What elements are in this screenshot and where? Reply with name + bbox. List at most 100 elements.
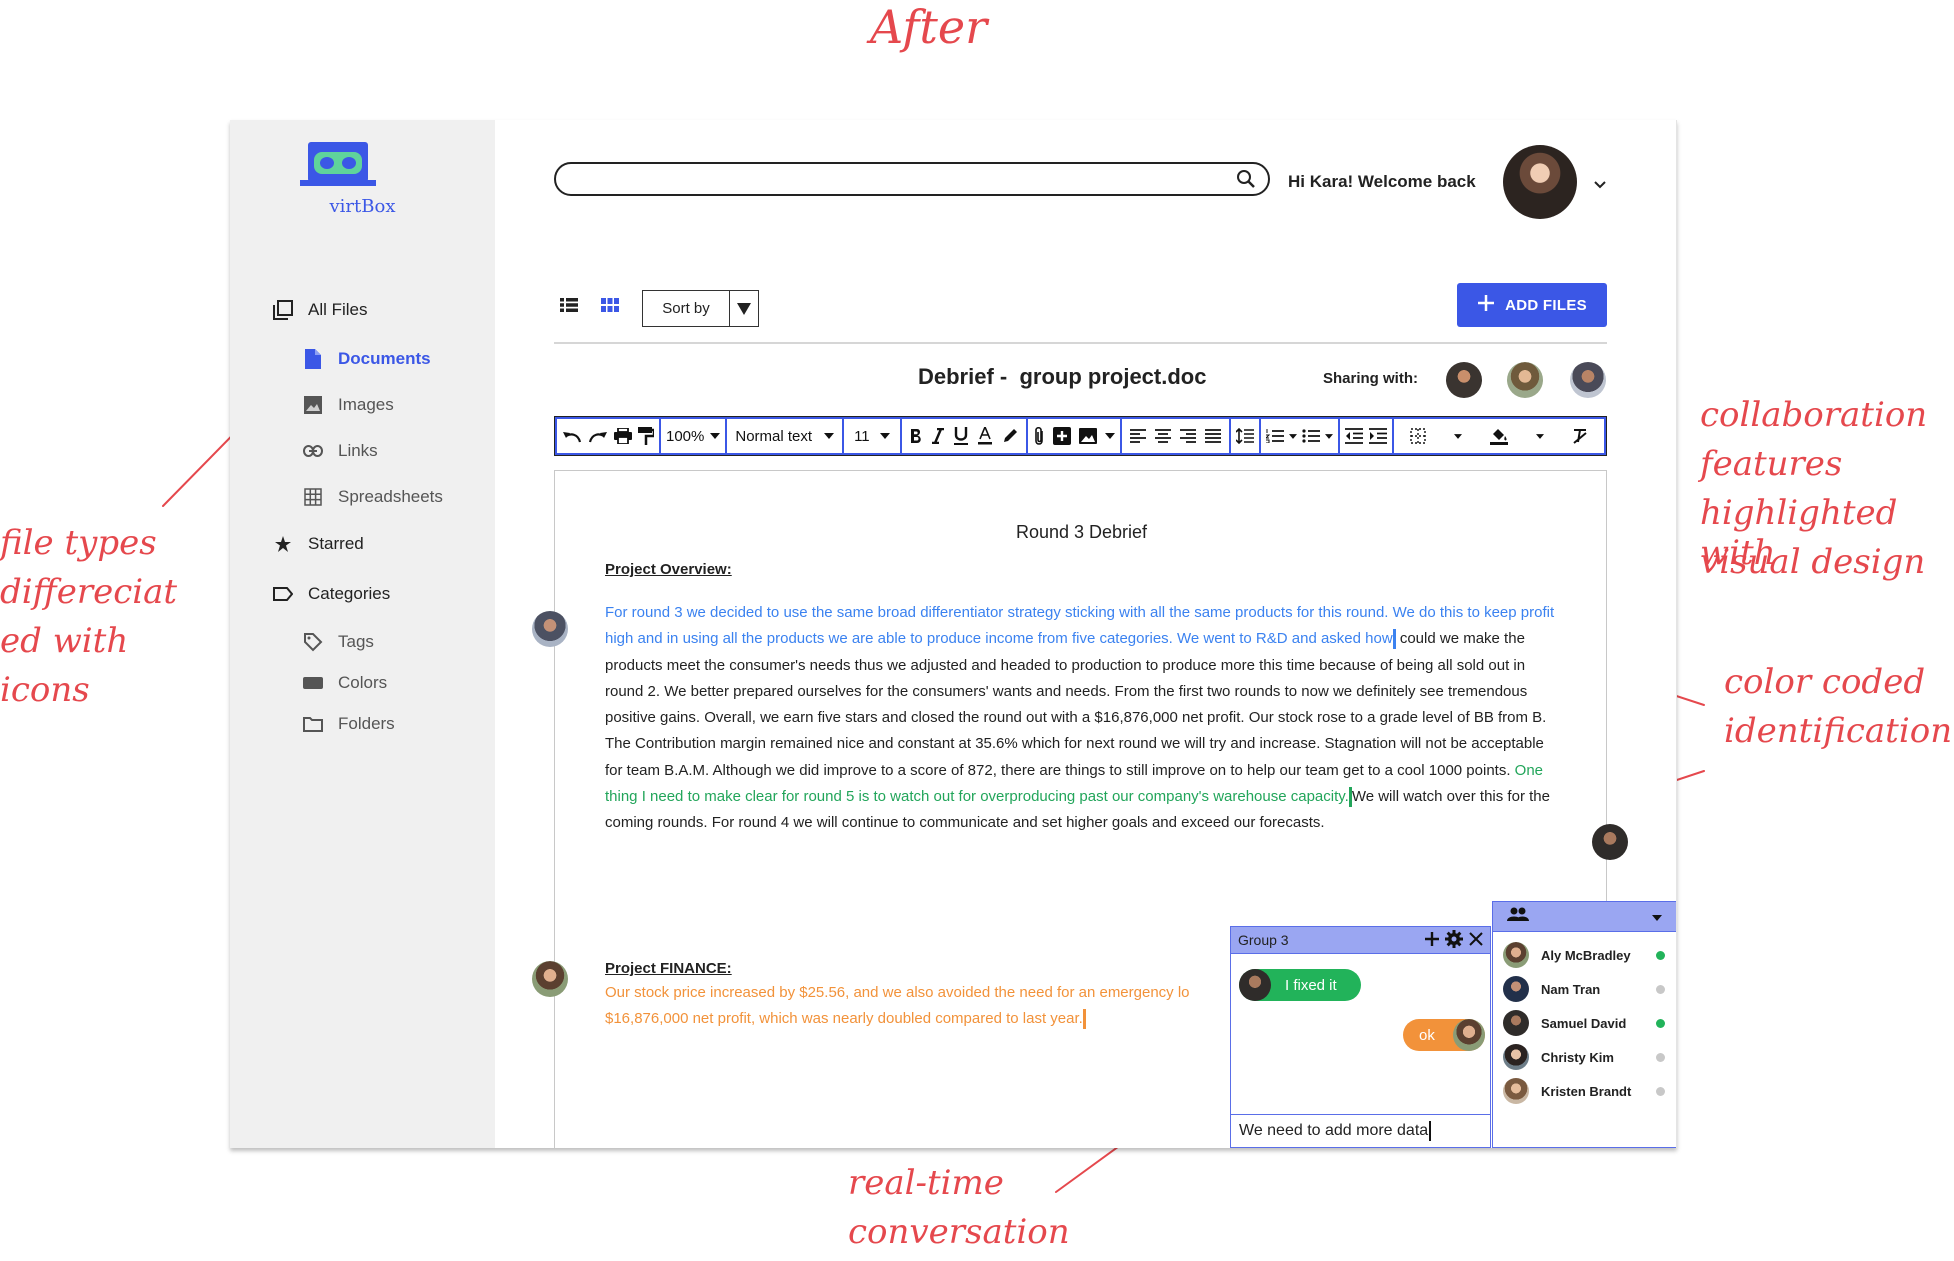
highlight-pen-icon[interactable] [1002, 428, 1018, 444]
paint-format-icon[interactable] [638, 427, 654, 445]
add-files-button[interactable]: ADD FILES [1457, 283, 1607, 327]
chat-input[interactable]: We need to add more data [1231, 1114, 1490, 1147]
sidebar-item-links[interactable]: Links [302, 440, 378, 462]
sidebar: virtBox All Files Documents Images Links… [230, 120, 495, 1148]
list-view-icon[interactable] [560, 298, 578, 317]
author-avatar-blue[interactable] [532, 611, 568, 647]
align-left-icon[interactable] [1129, 429, 1146, 443]
font-size-select[interactable]: 11 [844, 419, 900, 453]
sort-by-select[interactable]: Sort by [642, 290, 759, 327]
format-group [901, 419, 1026, 453]
offline-status-dot [1656, 1087, 1665, 1096]
group-icon[interactable] [1507, 907, 1529, 926]
gear-icon[interactable] [1445, 929, 1463, 951]
list-group [1260, 419, 1338, 453]
sidebar-item-folders[interactable]: Folders [302, 713, 395, 735]
sidebar-item-starred[interactable]: Starred [272, 533, 364, 555]
member-avatar [1503, 1078, 1529, 1104]
plus-icon[interactable] [1425, 931, 1439, 949]
sidebar-item-colors[interactable]: Colors [302, 672, 387, 694]
sidebar-item-spreadsheets[interactable]: Spreadsheets [302, 486, 443, 508]
shared-user-avatar[interactable] [1570, 362, 1606, 398]
borders-icon[interactable] [1409, 428, 1426, 444]
chat-avatar [1453, 1019, 1485, 1051]
undo-icon[interactable] [562, 428, 582, 444]
user-avatar[interactable] [1503, 145, 1577, 219]
caret-down-icon[interactable] [1324, 433, 1333, 439]
member-row[interactable]: Aly McBradley [1503, 942, 1631, 968]
align-right-icon[interactable] [1179, 429, 1196, 443]
font-size-value: 11 [854, 427, 870, 445]
chat-message-outgoing: ok [1403, 1019, 1485, 1051]
sidebar-item-label: Folders [338, 714, 395, 733]
chevron-down-icon[interactable] [1593, 177, 1607, 195]
align-justify-icon[interactable] [1204, 429, 1221, 443]
align-center-icon[interactable] [1154, 429, 1171, 443]
bulleted-list-icon[interactable] [1302, 429, 1320, 443]
indent-group [1339, 419, 1392, 453]
shared-user-avatar[interactable] [1446, 362, 1482, 398]
indent-icon[interactable] [1368, 428, 1387, 444]
author-avatar-orange[interactable] [532, 961, 568, 997]
zoom-select[interactable]: 100% [661, 419, 726, 453]
shared-user-avatar[interactable] [1507, 362, 1543, 398]
attachment-icon[interactable] [1033, 426, 1045, 446]
redo-icon[interactable] [588, 428, 608, 444]
image-icon [302, 394, 324, 416]
add-files-label: ADD FILES [1505, 296, 1587, 314]
sidebar-item-label: Documents [338, 349, 431, 368]
sidebar-item-label: All Files [308, 300, 368, 319]
sidebar-item-documents[interactable]: Documents [302, 348, 431, 370]
chat-message-text: ok [1419, 1026, 1435, 1044]
clear-formatting-icon[interactable] [1572, 428, 1588, 444]
author-avatar-green[interactable] [1592, 824, 1628, 860]
print-icon[interactable] [614, 428, 632, 444]
sort-by-label: Sort by [662, 300, 710, 317]
bold-icon[interactable] [910, 428, 922, 444]
online-status-dot [1656, 951, 1665, 960]
sidebar-item-all-files[interactable]: All Files [272, 299, 368, 321]
italic-icon[interactable] [931, 428, 944, 444]
online-status-dot [1656, 1019, 1665, 1028]
line-spacing-icon[interactable] [1235, 428, 1254, 444]
member-row[interactable]: Nam Tran [1503, 976, 1600, 1002]
members-header [1493, 902, 1676, 932]
grid-view-icon[interactable] [601, 298, 619, 317]
overview-heading: Project Overview: [605, 561, 732, 578]
document-title: Debrief - group project.doc [918, 364, 1207, 389]
caret-down-icon[interactable] [1104, 433, 1115, 439]
color-swatch-icon [302, 672, 324, 694]
sidebar-item-images[interactable]: Images [302, 394, 394, 416]
member-row[interactable]: Christy Kim [1503, 1044, 1614, 1070]
numbered-list-icon[interactable] [1265, 429, 1284, 443]
brand-name: virtBox [329, 196, 396, 217]
caret-down-icon[interactable] [1535, 433, 1544, 439]
caret-down-icon[interactable] [1453, 433, 1462, 439]
align-group [1121, 419, 1229, 453]
text-style-select[interactable]: Normal text [727, 419, 843, 453]
caret-down-icon[interactable] [1652, 908, 1662, 926]
insert-box-icon[interactable] [1052, 427, 1071, 445]
virtbox-logo[interactable] [300, 142, 376, 186]
sidebar-item-categories[interactable]: Categories [272, 583, 390, 605]
chat-header: Group 3 [1231, 927, 1490, 954]
chat-message-text: I fixed it [1285, 976, 1337, 994]
underline-icon[interactable] [953, 427, 968, 445]
overview-paragraph: For round 3 we decided to use the same b… [605, 600, 1565, 837]
member-row[interactable]: Kristen Brandt [1503, 1078, 1631, 1104]
cursor-orange [1082, 1009, 1086, 1030]
close-icon[interactable] [1469, 931, 1483, 949]
border-fill-group [1393, 419, 1604, 453]
search-input[interactable] [554, 162, 1270, 196]
member-row[interactable]: Samuel David [1503, 1010, 1626, 1036]
folder-icon [302, 713, 324, 735]
caret-down-icon[interactable] [1288, 433, 1297, 439]
triangle-down-icon [729, 291, 758, 326]
text-style-value: Normal text [735, 427, 813, 445]
outdent-icon[interactable] [1344, 428, 1363, 444]
search-icon[interactable] [1236, 169, 1256, 194]
sidebar-item-tags[interactable]: Tags [302, 631, 374, 653]
insert-image-icon[interactable] [1078, 428, 1097, 444]
text-color-icon[interactable] [977, 427, 992, 445]
fill-color-icon[interactable] [1489, 427, 1508, 445]
